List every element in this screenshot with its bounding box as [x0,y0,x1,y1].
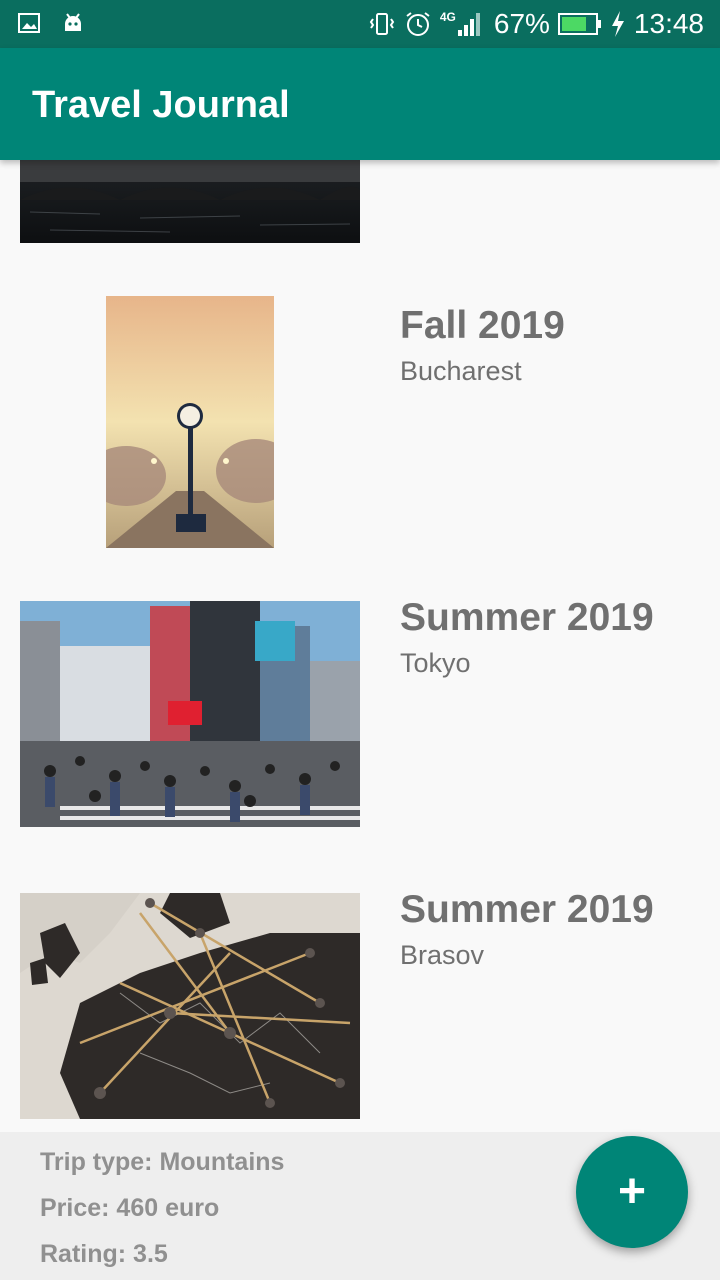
battery-percent: 67% [493,8,550,39]
trip-city: Bucharest [400,356,522,386]
trip-type-text: Trip type: Mountains [40,1148,285,1176]
status-bar: 4G 67% 13:48 [0,0,720,48]
android-icon [65,13,81,31]
battery-icon [557,13,601,35]
trip-list[interactable]: Fall 2019 Bucharest Summer 2019 Tokyo Su… [0,160,720,1132]
network-type-label: 4G [439,10,456,24]
charging-icon [611,11,624,37]
vibrate-icon [369,13,395,35]
image-icon [18,13,40,33]
clock-time: 13:48 [633,8,704,39]
trip-title: Summer 2019 [400,888,654,931]
trip-title: Summer 2019 [400,596,654,639]
trip-city: Brasov [400,940,485,970]
trip-image-tokyo-crossing [20,601,360,827]
add-trip-button[interactable]: + [576,1136,688,1248]
app-bar: Travel Journal [0,48,720,160]
alarm-icon [406,12,430,36]
signal-icon [457,13,480,36]
trip-image-europe-map [20,893,360,1119]
app-title: Travel Journal [32,84,290,126]
trip-price-text: Price: 460 euro [40,1194,220,1222]
add-icon: + [617,1165,647,1218]
trip-title: Fall 2019 [400,304,565,347]
trip-image-bridge [20,160,360,243]
trip-rating-text: Rating: 3.5 [40,1240,168,1268]
trip-city: Tokyo [400,648,471,678]
trip-image-clock-street [106,296,274,548]
